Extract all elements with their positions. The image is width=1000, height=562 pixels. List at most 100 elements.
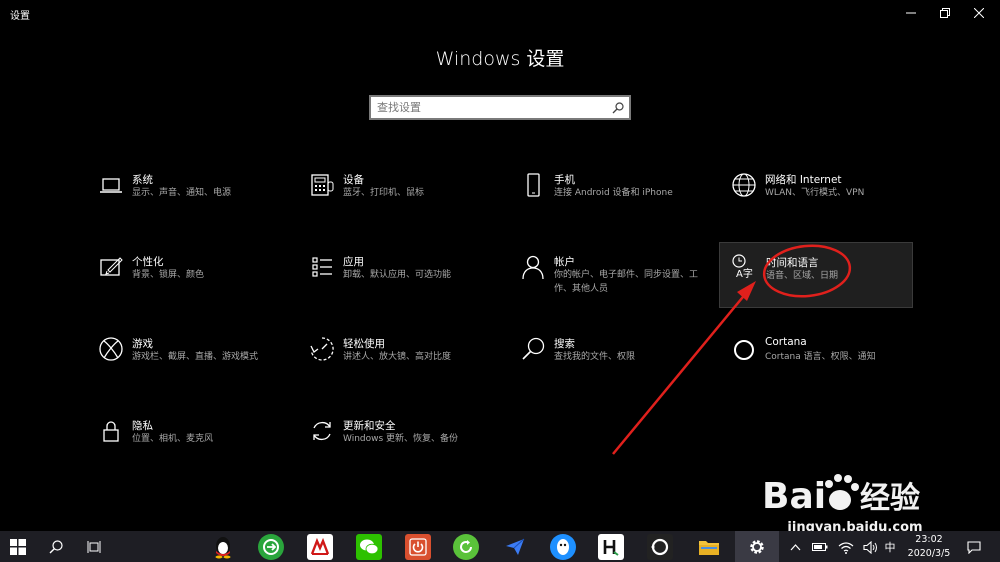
sync-icon — [313, 421, 331, 441]
lock-icon — [103, 421, 119, 442]
tile-title: 系统 — [132, 174, 153, 186]
minimize-button[interactable] — [894, 0, 928, 26]
settings-app-icon[interactable] — [735, 531, 779, 562]
file-explorer-app-icon[interactable] — [696, 534, 722, 560]
paint-icon — [100, 257, 123, 276]
window-title: 设置 — [10, 11, 30, 22]
tile-description: 查找我的文件、权限 — [554, 352, 636, 362]
tile-title: 手机 — [554, 174, 575, 186]
speaker-icon — [862, 540, 877, 554]
windows-logo-icon — [10, 538, 26, 555]
tray-battery[interactable] — [812, 539, 828, 555]
tile-description: 蓝牙、打印机、鼠标 — [343, 188, 425, 198]
title-bar: 设置 — [0, 0, 1000, 28]
h-app-icon[interactable] — [598, 534, 624, 560]
tile-personalization[interactable]: 个性化 背景、锁屏、颜色 — [92, 250, 288, 316]
tile-cortana[interactable]: Cortana Cortana 语言、权限、通知 — [725, 332, 921, 398]
tile-description: Windows 更新、恢复、备份 — [343, 434, 459, 444]
taskbar: 中 23:02 2020/3/5 — [0, 531, 1000, 562]
tile-description: 讲述人、放大镜、高对比度 — [343, 352, 452, 362]
letter-h-icon — [603, 540, 619, 556]
tile-description: 游戏栏、截屏、直播、游戏模式 — [132, 352, 259, 362]
tile-description: 你的帐户、电子邮件、同步设置、工作、其他人员 — [554, 270, 699, 294]
camera-app-icon[interactable] — [647, 534, 673, 560]
camera-lens-icon — [651, 538, 669, 556]
minimize-icon — [906, 12, 916, 14]
tile-description: 背景、锁屏、颜色 — [132, 270, 205, 280]
restore-button[interactable] — [928, 0, 962, 26]
gear-icon — [750, 539, 764, 554]
tile-description: 语音、区域、日期 — [766, 271, 839, 281]
tile-title: 设备 — [343, 174, 364, 186]
task-view-icon — [87, 540, 101, 553]
tile-search[interactable]: 搜索 查找我的文件、权限 — [514, 332, 710, 398]
apps-list-icon — [312, 257, 332, 277]
tray-wifi[interactable] — [838, 539, 854, 555]
refresh-app-icon[interactable] — [453, 534, 479, 560]
notification-icon — [967, 540, 981, 554]
close-button[interactable] — [962, 0, 996, 26]
tile-time-language[interactable]: A字 时间和语言 语音、区域、日期 — [719, 242, 913, 308]
tile-devices[interactable]: 设备 蓝牙、打印机、鼠标 — [303, 168, 499, 234]
search-icon[interactable] — [612, 102, 624, 114]
clock-date: 2020/3/5 — [907, 548, 951, 559]
tile-phone[interactable]: 手机 连接 Android 设备和 iPhone — [514, 168, 710, 234]
tile-title: 应用 — [343, 256, 364, 268]
start-button[interactable] — [0, 531, 36, 562]
page-title: Windows 设置 — [435, 48, 565, 70]
tile-update-security[interactable]: 更新和安全 Windows 更新、恢复、备份 — [303, 414, 499, 480]
tile-privacy[interactable]: 隐私 位置、相机、麦克风 — [92, 414, 288, 480]
qq-app-icon[interactable] — [210, 534, 236, 560]
tile-apps[interactable]: 应用 卸载、默认应用、可选功能 — [303, 250, 499, 316]
laptop-icon — [100, 178, 122, 193]
feishu-app-icon[interactable] — [502, 534, 528, 560]
search-icon — [49, 539, 63, 553]
cortana-icon — [734, 340, 754, 360]
tile-description: Cortana 语言、权限、通知 — [765, 352, 876, 362]
qq-penguin-icon — [215, 537, 231, 559]
paw-logo — [825, 474, 859, 510]
ime-indicator[interactable]: 中 — [882, 539, 898, 555]
task-view-button[interactable] — [76, 531, 112, 562]
power-icon — [409, 538, 427, 556]
tile-title: 隐私 — [132, 420, 153, 432]
chevron-up-icon — [790, 544, 800, 551]
globe-icon — [732, 173, 756, 197]
taskbar-clock[interactable]: 23:02 2020/3/5 — [903, 533, 955, 561]
penguin-icon — [557, 539, 569, 555]
taskbar-search-button[interactable] — [38, 531, 74, 562]
keyboard-icon — [311, 174, 334, 196]
qq-alt-app-icon[interactable] — [550, 534, 576, 560]
tile-title: Cortana — [765, 336, 807, 348]
tile-system[interactable]: 系统 显示、声音、通知、电源 — [92, 168, 288, 234]
browser-app-icon[interactable] — [258, 534, 284, 560]
tile-title: 时间和语言 — [766, 257, 819, 269]
wechat-app-icon[interactable] — [356, 534, 382, 560]
tile-title: 游戏 — [132, 338, 153, 350]
action-center-button[interactable] — [966, 539, 982, 555]
search-icon — [522, 337, 545, 360]
tile-network[interactable]: 网络和 Internet WLAN、飞行模式、VPN — [725, 168, 921, 234]
person-icon — [522, 255, 544, 280]
folder-icon — [699, 541, 719, 555]
tile-ease-of-access[interactable]: 轻松使用 讲述人、放大镜、高对比度 — [303, 332, 499, 398]
tray-volume[interactable] — [862, 539, 878, 555]
search-box[interactable] — [369, 95, 631, 120]
restore-icon — [940, 8, 950, 18]
tile-gaming[interactable]: 游戏 游戏栏、截屏、直播、游戏模式 — [92, 332, 288, 398]
tile-title: 网络和 Internet — [765, 174, 842, 186]
search-input[interactable] — [377, 99, 607, 116]
tile-accounts[interactable]: 帐户 你的帐户、电子邮件、同步设置、工作、其他人员 — [514, 250, 710, 316]
tile-description: 卸载、默认应用、可选功能 — [343, 270, 452, 280]
tile-description: 位置、相机、麦克风 — [132, 434, 214, 444]
tile-title: 帐户 — [554, 256, 575, 268]
svg-text:经验: 经验 — [860, 481, 920, 516]
svg-text:Bai: Bai — [762, 476, 826, 517]
close-icon — [974, 8, 984, 18]
refresh-icon — [460, 540, 472, 553]
tray-overflow-chevron[interactable] — [787, 539, 803, 555]
phone-icon — [527, 173, 540, 197]
clock-time: 23:02 — [915, 534, 943, 545]
power-app-icon[interactable] — [405, 534, 431, 560]
pdf-app-icon[interactable] — [307, 534, 333, 560]
